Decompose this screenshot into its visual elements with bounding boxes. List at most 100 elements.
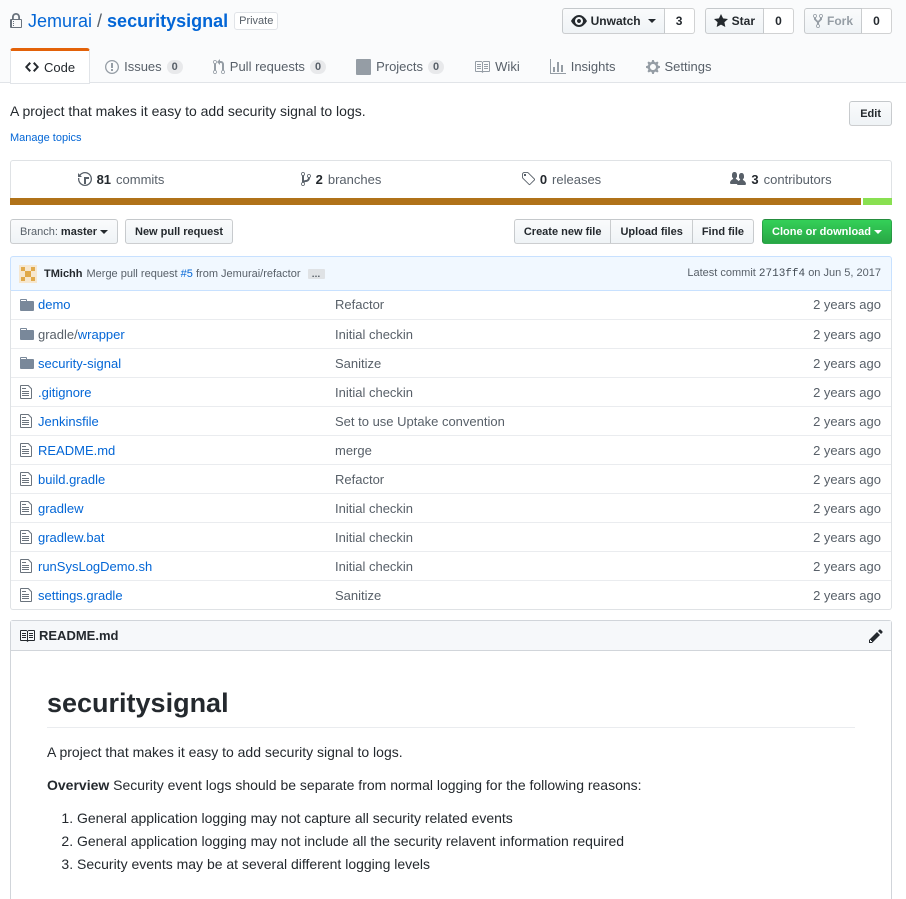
fork-count[interactable]: 0 [862,8,892,34]
branch-select-button[interactable]: Branch: master [10,219,118,244]
tab-projects[interactable]: Projects 0 [341,48,459,83]
commit-message-link[interactable]: Refactor [335,472,771,487]
tab-wiki[interactable]: Wiki [459,48,535,83]
tab-counter: 0 [166,59,183,74]
language-segment[interactable] [10,198,862,205]
file-name-link[interactable]: gradlew.bat [38,530,335,545]
branches-link[interactable]: 2 branches [231,161,451,197]
commit-message-prefix: Merge pull request [86,267,178,280]
avatar[interactable] [19,264,37,283]
file-name-link[interactable]: README.md [38,443,335,458]
tab-code[interactable]: Code [10,48,91,84]
commit-message-link[interactable]: Initial checkin [335,385,771,400]
create-new-file-button[interactable]: Create new file [513,219,612,244]
file-name-prefix: gradle/ [38,326,78,342]
commit-message-link[interactable]: merge [335,443,771,458]
repo-owner-link[interactable]: Jemurai [28,11,92,32]
commit-pr-link[interactable]: #5 [181,268,193,280]
table-row: build.gradle Refactor 2 years ago [11,464,891,493]
edit-description-button[interactable]: Edit [849,101,892,126]
watch-count[interactable]: 3 [664,8,695,34]
tab-pull-requests[interactable]: Pull requests 0 [198,48,341,83]
readme-content: securitysignal A project that makes it e… [11,651,891,875]
manage-topics-link[interactable]: Manage topics [10,132,82,144]
path-divider: / [97,10,103,31]
latest-commit-bar: TMichh Merge pull request #5 from Jemura… [10,256,892,291]
commits-link[interactable]: 81 commits [11,161,231,197]
releases-link[interactable]: 0 releases [451,161,671,197]
star-count[interactable]: 0 [763,8,794,34]
clone-or-download-button[interactable]: Clone or download [762,219,892,244]
file-name-link[interactable]: demo [38,297,335,312]
file-name-link[interactable]: build.gradle [38,472,335,487]
file-icon [11,384,38,400]
tab-insights[interactable]: Insights [535,48,631,83]
tab-label: Issues [124,59,162,74]
releases-count: 0 [539,171,548,187]
new-pull-request-button[interactable]: New pull request [125,219,234,244]
expand-commit-button[interactable]: … [307,268,325,279]
table-row: gradlew.bat Initial checkin 2 years ago [11,522,891,551]
tab-label: Pull requests [229,59,305,74]
file-age: 2 years ago [813,442,881,458]
numbers-summary: 81 commits 2 branches 0 releases 3 contr… [10,160,892,205]
upload-files-button[interactable]: Upload files [610,219,693,244]
issue-icon [105,59,120,75]
repo-header: Jemurai / securitysignal Private Unwatch… [0,0,906,84]
tab-settings[interactable]: Settings [631,48,727,83]
book-icon [474,59,491,75]
releases-label: releases [552,171,602,187]
repo-name-link[interactable]: securitysignal [107,11,228,32]
commit-author[interactable]: TMichh [44,268,83,280]
commit-date-prefix: on [808,267,821,279]
commit-message-link[interactable]: Initial checkin [335,327,771,342]
commit-message-link[interactable]: Initial checkin [335,559,771,574]
file-name-link[interactable]: gradle/wrapper [38,327,335,342]
commit-message-link[interactable]: Sanitize [335,356,771,371]
unwatch-button[interactable]: Unwatch [561,8,665,34]
tab-label: Wiki [495,59,520,74]
file-name-link[interactable]: .gitignore [38,385,335,400]
file-name-link[interactable]: gradlew [38,501,335,516]
fork-label: Fork [826,14,853,28]
commit-sha-link[interactable]: 2713ff4 [759,268,805,280]
table-row: demo Refactor 2 years ago [11,290,891,319]
file-icon [11,413,38,429]
file-name-link[interactable]: Jenkinsfile [38,414,335,429]
file-name: gradlew.bat [38,529,105,545]
commit-message-link[interactable]: Refactor [335,297,771,312]
language-bar[interactable] [10,198,892,205]
contributors-link[interactable]: 3 contributors [671,161,891,197]
chevron-down-icon [100,229,108,234]
tab-issues[interactable]: Issues 0 [90,48,198,83]
file-age: 2 years ago [813,529,881,545]
language-segment[interactable] [861,198,892,205]
star-button[interactable]: Star [704,8,764,34]
file-name-link[interactable]: settings.gradle [38,588,335,603]
file-icon [11,500,38,516]
list-item: General application logging may not incl… [77,831,855,852]
pencil-icon[interactable] [869,628,883,644]
commit-message-link[interactable]: Sanitize [335,588,771,603]
repo-description: A project that makes it easy to add secu… [10,103,366,119]
list-item: General application logging may not capt… [77,808,855,829]
commit-message-link[interactable]: Initial checkin [335,530,771,545]
private-badge: Private [234,12,279,30]
fork-button[interactable]: Fork [803,8,862,34]
file-name-link[interactable]: security-signal [38,356,335,371]
eye-icon [570,13,587,29]
file-age: 2 years ago [813,297,881,312]
file-name-link[interactable]: runSysLogDemo.sh [38,559,335,574]
find-file-button[interactable]: Find file [691,219,754,244]
commits-label: commits [116,171,165,187]
tab-label: Settings [664,59,712,74]
list-item: Security events may be at several differ… [77,854,855,875]
commit-message[interactable]: Merge pull request #5 from Jemurai/refac… [87,268,301,280]
table-row: README.md merge 2 years ago [11,435,891,464]
file-age: 2 years ago [813,355,881,371]
star-label: Star [731,14,755,28]
folder-icon [11,355,38,371]
commit-message-link[interactable]: Initial checkin [335,501,771,516]
commit-message-link[interactable]: Set to use Uptake convention [335,414,771,429]
pull-request-icon [212,58,225,75]
